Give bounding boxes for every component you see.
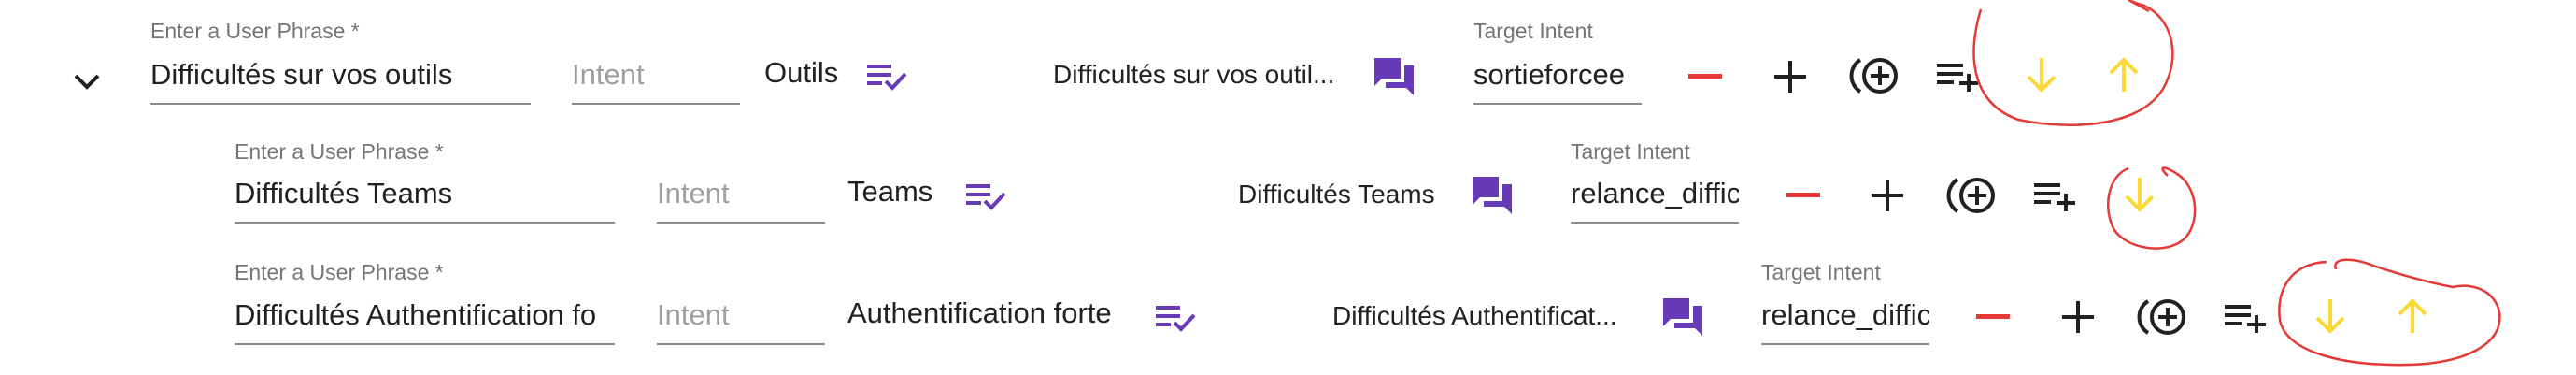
playlist-check-icon — [865, 61, 908, 93]
phrase-label: Enter a User Phrase * — [235, 260, 444, 284]
move-down-button[interactable] — [2119, 172, 2160, 217]
minus-icon — [1976, 314, 2010, 320]
target-intent-label: Target Intent — [1473, 19, 1593, 43]
forum-icon — [1661, 296, 1704, 338]
arrow-up-icon — [2108, 56, 2140, 94]
playlist-check-icon — [964, 180, 1007, 212]
add-circle-button[interactable] — [1943, 172, 2000, 219]
plus-icon — [1774, 61, 1806, 93]
arrow-up-icon — [2397, 297, 2428, 335]
intent-input[interactable] — [657, 173, 825, 224]
add-button[interactable] — [1867, 175, 1908, 216]
intent-list-button[interactable] — [863, 58, 910, 95]
minus-icon — [1688, 74, 1722, 79]
remove-button[interactable] — [1685, 56, 1726, 97]
arrow-down-icon — [2124, 176, 2156, 213]
move-down-button[interactable] — [2310, 294, 2351, 339]
arrow-down-icon — [2314, 297, 2346, 335]
move-down-button[interactable] — [2021, 52, 2062, 97]
target-intent-input[interactable] — [1571, 173, 1739, 224]
phrase-label: Enter a User Phrase * — [235, 139, 444, 164]
remove-button[interactable] — [1972, 296, 2014, 338]
intent-input[interactable] — [572, 54, 740, 105]
forum-icon — [1373, 56, 1416, 97]
response-button[interactable] — [1470, 173, 1515, 218]
playlist-check-icon — [1154, 302, 1197, 334]
intent-name: Outils — [764, 56, 839, 89]
response-button[interactable] — [1660, 295, 1705, 339]
arrow-down-icon — [2026, 56, 2057, 94]
add-list-button[interactable] — [1933, 54, 1982, 95]
target-intent-label: Target Intent — [1761, 260, 1881, 284]
add-circle-button[interactable] — [2134, 294, 2190, 340]
add-circle-icon — [1944, 174, 1999, 217]
add-circle-icon — [2135, 296, 2189, 339]
add-button[interactable] — [2057, 296, 2099, 338]
forum-icon — [1471, 175, 1514, 216]
move-up-button[interactable] — [2103, 52, 2144, 97]
add-circle-button[interactable] — [1846, 52, 1902, 99]
phrase-row-1: Enter a User Phrase * Outils Difficultés… — [0, 0, 2576, 112]
plus-icon — [1872, 180, 1903, 211]
add-list-button[interactable] — [2221, 296, 2270, 337]
user-phrase-input[interactable] — [235, 173, 615, 224]
user-phrase-input[interactable] — [235, 295, 615, 345]
remove-button[interactable] — [1783, 175, 1824, 216]
intent-list-button[interactable] — [1152, 299, 1199, 337]
move-up-button[interactable] — [2392, 294, 2433, 339]
phrase-label: Enter a User Phrase * — [150, 19, 360, 43]
playlist-add-icon — [1935, 58, 1980, 92]
response-preview: Difficultés Authentificat... — [1332, 301, 1617, 330]
target-intent-input[interactable] — [1761, 295, 1929, 345]
add-list-button[interactable] — [2030, 174, 2079, 215]
intent-name: Teams — [847, 175, 933, 208]
phrase-row-3: Enter a User Phrase * Authentification f… — [0, 243, 2576, 355]
playlist-add-icon — [2223, 299, 2268, 333]
add-button[interactable] — [1770, 56, 1811, 97]
plus-icon — [2062, 301, 2094, 333]
phrase-row-2: Enter a User Phrase * Teams Difficultés … — [0, 122, 2576, 234]
minus-icon — [1786, 193, 1820, 198]
add-circle-icon — [1847, 54, 1901, 97]
playlist-add-icon — [2032, 178, 2077, 211]
response-button[interactable] — [1372, 54, 1416, 99]
user-phrase-input[interactable] — [150, 54, 531, 105]
intent-name: Authentification forte — [847, 296, 1112, 329]
target-intent-label: Target Intent — [1571, 139, 1690, 164]
response-preview: Difficultés sur vos outil... — [1053, 60, 1335, 89]
intent-list-button[interactable] — [962, 178, 1009, 215]
target-intent-input[interactable] — [1473, 54, 1642, 105]
response-preview: Difficultés Teams — [1238, 180, 1435, 209]
intent-input[interactable] — [657, 295, 825, 345]
